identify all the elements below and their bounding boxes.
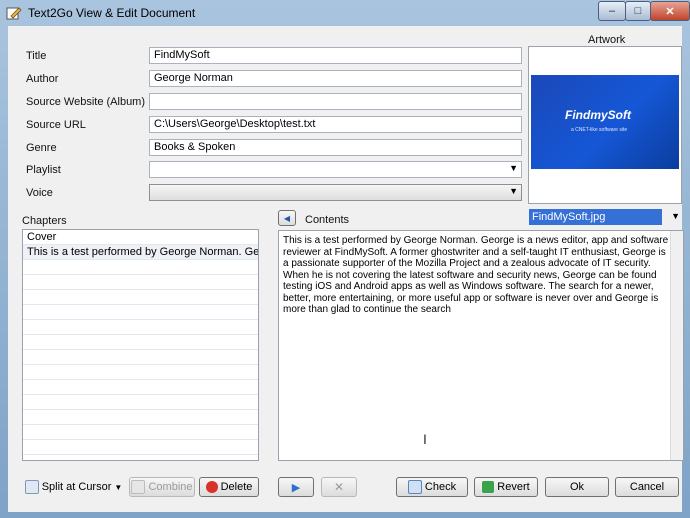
voice-label: Voice: [26, 187, 53, 199]
combine-icon: [131, 480, 146, 494]
list-item-empty: [23, 410, 258, 425]
artwork-image: FindmySoft a CNET-like software site: [531, 75, 679, 169]
text-cursor-icon: I: [423, 431, 427, 447]
check-icon: [407, 480, 422, 494]
list-item-empty: [23, 275, 258, 290]
genre-label: Genre: [26, 142, 57, 154]
list-item-empty: [23, 260, 258, 275]
chevron-down-icon: ▼: [671, 211, 680, 221]
list-item[interactable]: This is a test performed by George Norma…: [23, 245, 258, 260]
playlist-dropdown[interactable]: ▼: [149, 161, 522, 178]
split-icon: [24, 480, 39, 494]
source-website-input[interactable]: [149, 93, 522, 110]
list-item-empty: [23, 320, 258, 335]
source-website-label: Source Website (Album): [26, 96, 146, 108]
dialog-window: Text2Go View & Edit Document ‒ □ ✕ Title…: [0, 0, 690, 518]
list-item-empty: [23, 305, 258, 320]
close-icon: ✕: [665, 5, 675, 18]
revert-arrow-icon: [482, 481, 495, 493]
check-label: Check: [424, 481, 457, 493]
maximize-button[interactable]: □: [625, 1, 651, 21]
chevron-down-icon: ▼: [114, 482, 123, 492]
list-item-empty: [23, 380, 258, 395]
window-title: Text2Go View & Edit Document: [28, 6, 196, 20]
chevron-down-icon: ▼: [509, 163, 518, 173]
stop-x-icon: ✕: [333, 480, 345, 494]
contents-label: Contents: [305, 214, 350, 226]
author-label: Author: [26, 73, 59, 85]
check-button[interactable]: Check: [396, 477, 468, 497]
combine-label: Combine: [148, 481, 193, 493]
split-at-cursor-button[interactable]: Split at Cursor ▼: [22, 477, 125, 497]
source-url-input[interactable]: C:\Users\George\Desktop\test.txt: [149, 116, 522, 133]
genre-input[interactable]: Books & Spoken: [149, 139, 522, 156]
cancel-label: Cancel: [629, 481, 665, 493]
list-item-empty: [23, 395, 258, 410]
revert-button[interactable]: Revert: [474, 477, 538, 497]
source-url-label: Source URL: [26, 119, 86, 131]
list-item-empty: [23, 440, 258, 455]
dialog-client-area: Title Author Source Website (Album) Sour…: [8, 26, 684, 512]
cancel-button[interactable]: Cancel: [615, 477, 679, 497]
play-icon: ▶: [291, 481, 301, 494]
title-label: Title: [26, 50, 47, 62]
minimize-icon: ‒: [608, 5, 616, 17]
minimize-button[interactable]: ‒: [598, 1, 626, 21]
title-bar[interactable]: Text2Go View & Edit Document ‒ □ ✕: [0, 0, 690, 26]
chevron-down-icon: ▼: [509, 186, 518, 196]
combine-button[interactable]: Combine: [129, 477, 195, 497]
list-item[interactable]: Cover: [23, 230, 258, 245]
artwork-brand-logo: FindmySoft: [565, 108, 631, 122]
list-item-empty: [23, 365, 258, 380]
maximize-icon: □: [634, 5, 642, 17]
list-item-empty: [23, 425, 258, 440]
list-item-empty: [23, 350, 258, 365]
chapters-list[interactable]: Cover This is a test performed by George…: [22, 229, 259, 461]
stop-button[interactable]: ✕: [321, 477, 357, 497]
revert-label: Revert: [497, 481, 530, 493]
contents-scrollbar[interactable]: [670, 231, 683, 460]
artwork-frame[interactable]: FindmySoft a CNET-like software site: [528, 46, 682, 204]
delete-icon: [205, 481, 218, 493]
voice-dropdown[interactable]: ▼: [149, 184, 522, 201]
play-button[interactable]: ▶: [278, 477, 314, 497]
chevron-left-icon: ◀: [283, 213, 291, 223]
ok-button[interactable]: Ok: [545, 477, 609, 497]
ok-label: Ok: [569, 481, 585, 493]
artwork-file-dropdown[interactable]: FindMySoft.jpg ▼: [529, 209, 683, 225]
delete-button[interactable]: Delete: [199, 477, 259, 497]
close-button[interactable]: ✕: [650, 1, 690, 21]
contents-text: This is a test performed by George Norma…: [283, 235, 669, 315]
delete-label: Delete: [220, 481, 253, 493]
chapters-label: Chapters: [22, 215, 67, 227]
split-at-cursor-label: Split at Cursor: [41, 481, 112, 493]
artwork-label: Artwork: [588, 34, 626, 46]
collapse-chapters-button[interactable]: ◀: [278, 210, 296, 226]
playlist-label: Playlist: [26, 164, 61, 176]
app-pen-icon: [6, 7, 22, 20]
contents-textarea[interactable]: This is a test performed by George Norma…: [278, 230, 684, 461]
list-item-empty: [23, 290, 258, 305]
author-input[interactable]: George Norman: [149, 70, 522, 87]
artwork-tagline: a CNET-like software site: [571, 127, 628, 133]
title-input[interactable]: FindMySoft: [149, 47, 522, 64]
artwork-file-value: FindMySoft.jpg: [529, 209, 662, 225]
list-item-empty: [23, 335, 258, 350]
